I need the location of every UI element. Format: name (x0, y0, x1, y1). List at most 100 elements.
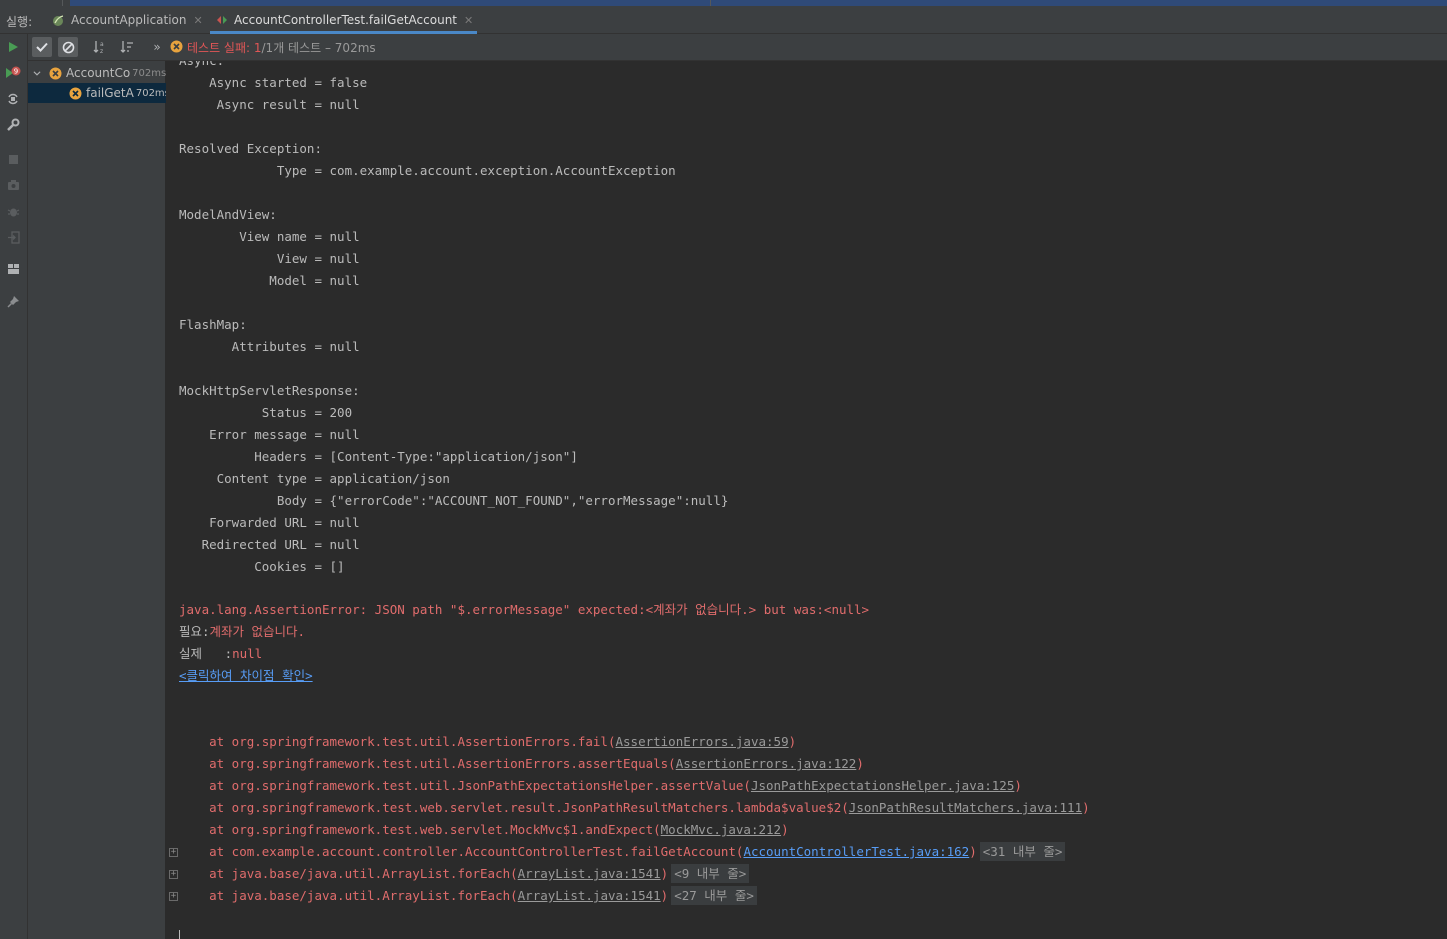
source-link[interactable]: MockMvc.java:212 (661, 822, 781, 837)
stack-trace-line: at org.springframework.test.web.servlet.… (179, 797, 1090, 819)
stack-frame-suffix: ) (660, 888, 669, 903)
tree-node-duration: 702ms (132, 67, 166, 79)
stack-frame-suffix: ) (788, 734, 797, 749)
console-line: Content type = application/json (179, 471, 450, 486)
console-line: Headers = [Content-Type:"application/jso… (179, 449, 578, 464)
stack-frame-text: at org.springframework.test.util.Asserti… (179, 756, 676, 771)
stack-trace-line: at org.springframework.test.web.servlet.… (179, 819, 789, 841)
wrench-icon[interactable] (4, 116, 22, 134)
stack-frame-suffix: ) (781, 822, 789, 837)
stack-frame-suffix: ) (1014, 778, 1022, 793)
tree-node-label: failGetA (86, 86, 134, 100)
exit-icon[interactable] (4, 228, 22, 246)
debug-icon[interactable] (4, 202, 22, 220)
source-link[interactable]: AssertionErrors.java:122 (676, 756, 857, 771)
stop-icon[interactable] (4, 150, 22, 168)
test-runner-toolbar: az » 테스트 실패: 1 /1개 테스트 – 702ms (28, 34, 1447, 61)
tab-account-application[interactable]: AccountApplication ✕ (52, 6, 203, 34)
stack-frame-suffix: ) (856, 756, 864, 771)
folded-lines-badge[interactable]: <31 내부 줄> (979, 842, 1066, 861)
expected-label: 필요: (179, 624, 210, 639)
console-line: Resolved Exception: (179, 141, 322, 156)
console-line: Async: (179, 61, 224, 72)
camera-icon[interactable] (4, 176, 22, 194)
status-summary-text: /1개 테스트 – 702ms (261, 41, 376, 55)
console-line: MockHttpServletResponse: (179, 383, 360, 398)
test-failed-icon (170, 40, 183, 56)
console-line: Type = com.example.account.exception.Acc… (179, 163, 676, 178)
toggle-autotest-icon[interactable] (4, 90, 22, 108)
layout-icon[interactable] (4, 260, 22, 278)
stack-trace-line: at java.base/java.util.ArrayList.forEach… (179, 885, 757, 907)
spring-app-icon (52, 14, 65, 27)
stack-frame-suffix: ) (1082, 800, 1090, 815)
console-line: Redirected URL = null (179, 537, 360, 552)
console-line: Async started = false (179, 75, 368, 90)
tree-node-class[interactable]: AccountCo 702ms (28, 63, 166, 83)
pin-icon[interactable] (4, 292, 22, 310)
source-link[interactable]: JsonPathResultMatchers.java:111 (849, 800, 1082, 815)
stack-frame-suffix: ) (969, 844, 977, 859)
expected-line: 필요:계좌가 없습니다. (179, 621, 305, 643)
test-tree: AccountCo 702ms failGetA 702ms (28, 61, 166, 939)
rerun-icon[interactable] (4, 38, 22, 56)
close-icon[interactable]: ✕ (464, 14, 473, 27)
show-difference-link[interactable]: <클릭하여 차이점 확인> (179, 668, 313, 683)
expected-value: 계좌가 없습니다. (209, 624, 306, 639)
run-label: 실행: (6, 15, 33, 29)
console-line: Status = 200 (179, 405, 353, 420)
test-run-icon (216, 14, 228, 26)
test-status: 테스트 실패: 1 /1개 테스트 – 702ms (170, 39, 376, 56)
actual-value: null (232, 646, 263, 661)
svg-text:9: 9 (14, 68, 18, 76)
tree-node-method[interactable]: failGetA 702ms (28, 83, 166, 103)
stack-trace-line: at java.base/java.util.ArrayList.forEach… (179, 863, 750, 885)
diff-line: <클릭하여 차이점 확인> (179, 665, 313, 687)
actual-label: 실제 : (179, 646, 233, 661)
run-side-toolbar: 9 (0, 34, 28, 939)
svg-text:a: a (100, 41, 104, 48)
console-line: Forwarded URL = null (179, 515, 360, 530)
actual-line: 실제 :null (179, 643, 262, 665)
console-output[interactable]: Async: Async started = false Async resul… (166, 61, 1447, 939)
stack-frame-text: at org.springframework.test.util.JsonPat… (179, 778, 751, 793)
stack-trace-line: at org.springframework.test.util.Asserti… (179, 753, 864, 775)
folded-lines-badge[interactable]: <9 내부 줄> (671, 864, 750, 883)
text-cursor (179, 930, 180, 939)
console-line: ModelAndView: (179, 207, 277, 222)
more-chevron-icon[interactable]: » (147, 37, 167, 57)
rerun-failed-icon[interactable]: 9 (4, 64, 22, 82)
tab-account-controller-test[interactable]: AccountControllerTest.failGetAccount ✕ (210, 6, 478, 34)
console-line: Cookies = [] (179, 559, 345, 574)
sort-by-duration-icon[interactable] (117, 37, 137, 57)
console-line: FlashMap: (179, 317, 247, 332)
tab-label: AccountApplication (71, 13, 187, 27)
show-ignored-icon[interactable] (58, 37, 78, 57)
chevron-down-icon[interactable] (33, 69, 41, 78)
stack-trace-line: at org.springframework.test.util.JsonPat… (179, 775, 1022, 797)
console-line: Async result = null (179, 97, 360, 112)
stack-frame-text: at com.example.account.controller.Accoun… (179, 844, 744, 859)
show-passed-icon[interactable] (32, 37, 52, 57)
run-tab-bar: 실행: AccountApplication ✕ AccountControll… (0, 6, 1447, 34)
tree-node-duration: 702ms (135, 87, 166, 99)
status-fail-text: 테스트 실패: 1 (187, 41, 262, 55)
test-failed-icon (69, 87, 82, 100)
assertion-error-line: java.lang.AssertionError: JSON path "$.e… (179, 602, 870, 617)
expand-fold-icon[interactable]: + (169, 870, 178, 879)
tab-label: AccountControllerTest.failGetAccount (234, 13, 458, 27)
sort-alphabetically-icon[interactable]: az (90, 37, 110, 57)
source-link[interactable]: AssertionErrors.java:59 (616, 734, 789, 749)
close-icon[interactable]: ✕ (194, 14, 203, 27)
stack-trace-line: at org.springframework.test.util.Asserti… (179, 731, 796, 753)
expand-fold-icon[interactable]: + (169, 892, 178, 901)
source-link[interactable]: AccountControllerTest.java:162 (743, 844, 969, 859)
source-link[interactable]: JsonPathExpectationsHelper.java:125 (751, 778, 1014, 793)
source-link[interactable]: ArrayList.java:1541 (518, 866, 661, 881)
console-line: Model = null (179, 273, 360, 288)
expand-fold-icon[interactable]: + (169, 848, 178, 857)
folded-lines-badge[interactable]: <27 내부 줄> (671, 886, 757, 905)
stack-frame-text: at org.springframework.test.web.servlet.… (179, 822, 661, 837)
source-link[interactable]: ArrayList.java:1541 (518, 888, 661, 903)
console-line: View = null (179, 251, 360, 266)
